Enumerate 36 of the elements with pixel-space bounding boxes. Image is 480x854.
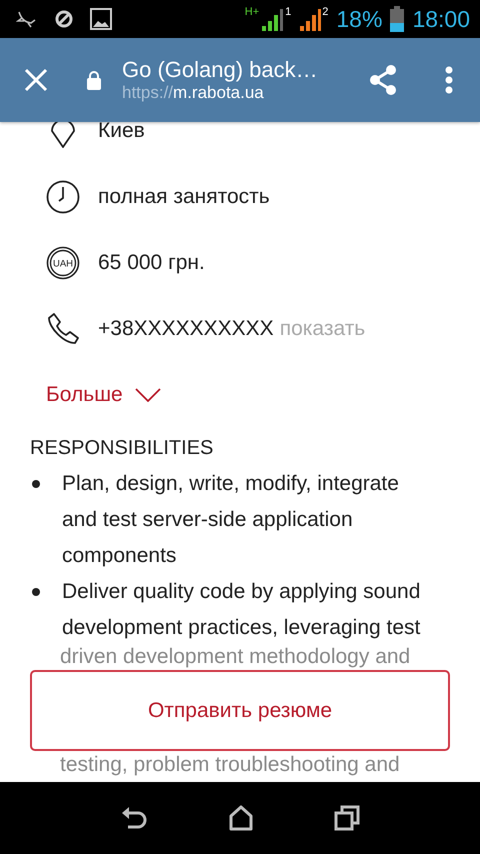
- sim-number: 1: [285, 7, 292, 18]
- home-icon[interactable]: [228, 805, 253, 831]
- bullet-text: Plan, design, write, modify, integrate and test server-side application components: [62, 471, 400, 569]
- bullet-dot: [32, 588, 40, 596]
- back-icon[interactable]: [120, 805, 148, 831]
- share-button[interactable]: [368, 64, 398, 96]
- clock-time: 18:00: [412, 4, 470, 34]
- page-url: https://m.rabota.ua: [122, 83, 265, 103]
- blocked-icon: [54, 9, 74, 29]
- clock-icon: [46, 180, 80, 214]
- image-icon: [90, 8, 112, 30]
- bullet-text: Deliver quality code by applying sound development practices, leveraging test: [62, 579, 422, 641]
- detail-text: полная занятость: [98, 184, 270, 210]
- more-link[interactable]: Больше: [0, 362, 480, 428]
- menu-button[interactable]: [444, 66, 454, 94]
- section-heading: RESPONSIBILITIES: [29, 436, 214, 461]
- battery-percent: 18%: [336, 4, 382, 34]
- recent-apps-icon[interactable]: [334, 805, 360, 831]
- phone-icon: [46, 312, 80, 346]
- detail-text: 65 000 грн.: [98, 250, 205, 276]
- close-button[interactable]: [22, 66, 50, 94]
- faded-text-line: testing, problem troubleshooting and: [59, 752, 401, 778]
- detail-text: Киев: [98, 118, 145, 144]
- chevron-down-icon: [134, 388, 161, 402]
- network-label: H+: [244, 7, 260, 18]
- battery-icon: [390, 6, 404, 32]
- send-resume-button[interactable]: Отправить резюме: [30, 670, 450, 751]
- faded-text-line: driven development methodology and: [59, 644, 412, 670]
- currency-icon: UAH: [46, 246, 80, 280]
- page-title: Go (Golang) back…: [122, 57, 318, 83]
- phone-number: +38XXXXXXXXXX: [98, 316, 274, 342]
- signal-icon: [299, 7, 322, 31]
- lock-icon: [86, 70, 102, 90]
- signal-icon: [261, 7, 284, 31]
- bullet-dot: [32, 480, 40, 488]
- sim-number: 2: [322, 7, 328, 18]
